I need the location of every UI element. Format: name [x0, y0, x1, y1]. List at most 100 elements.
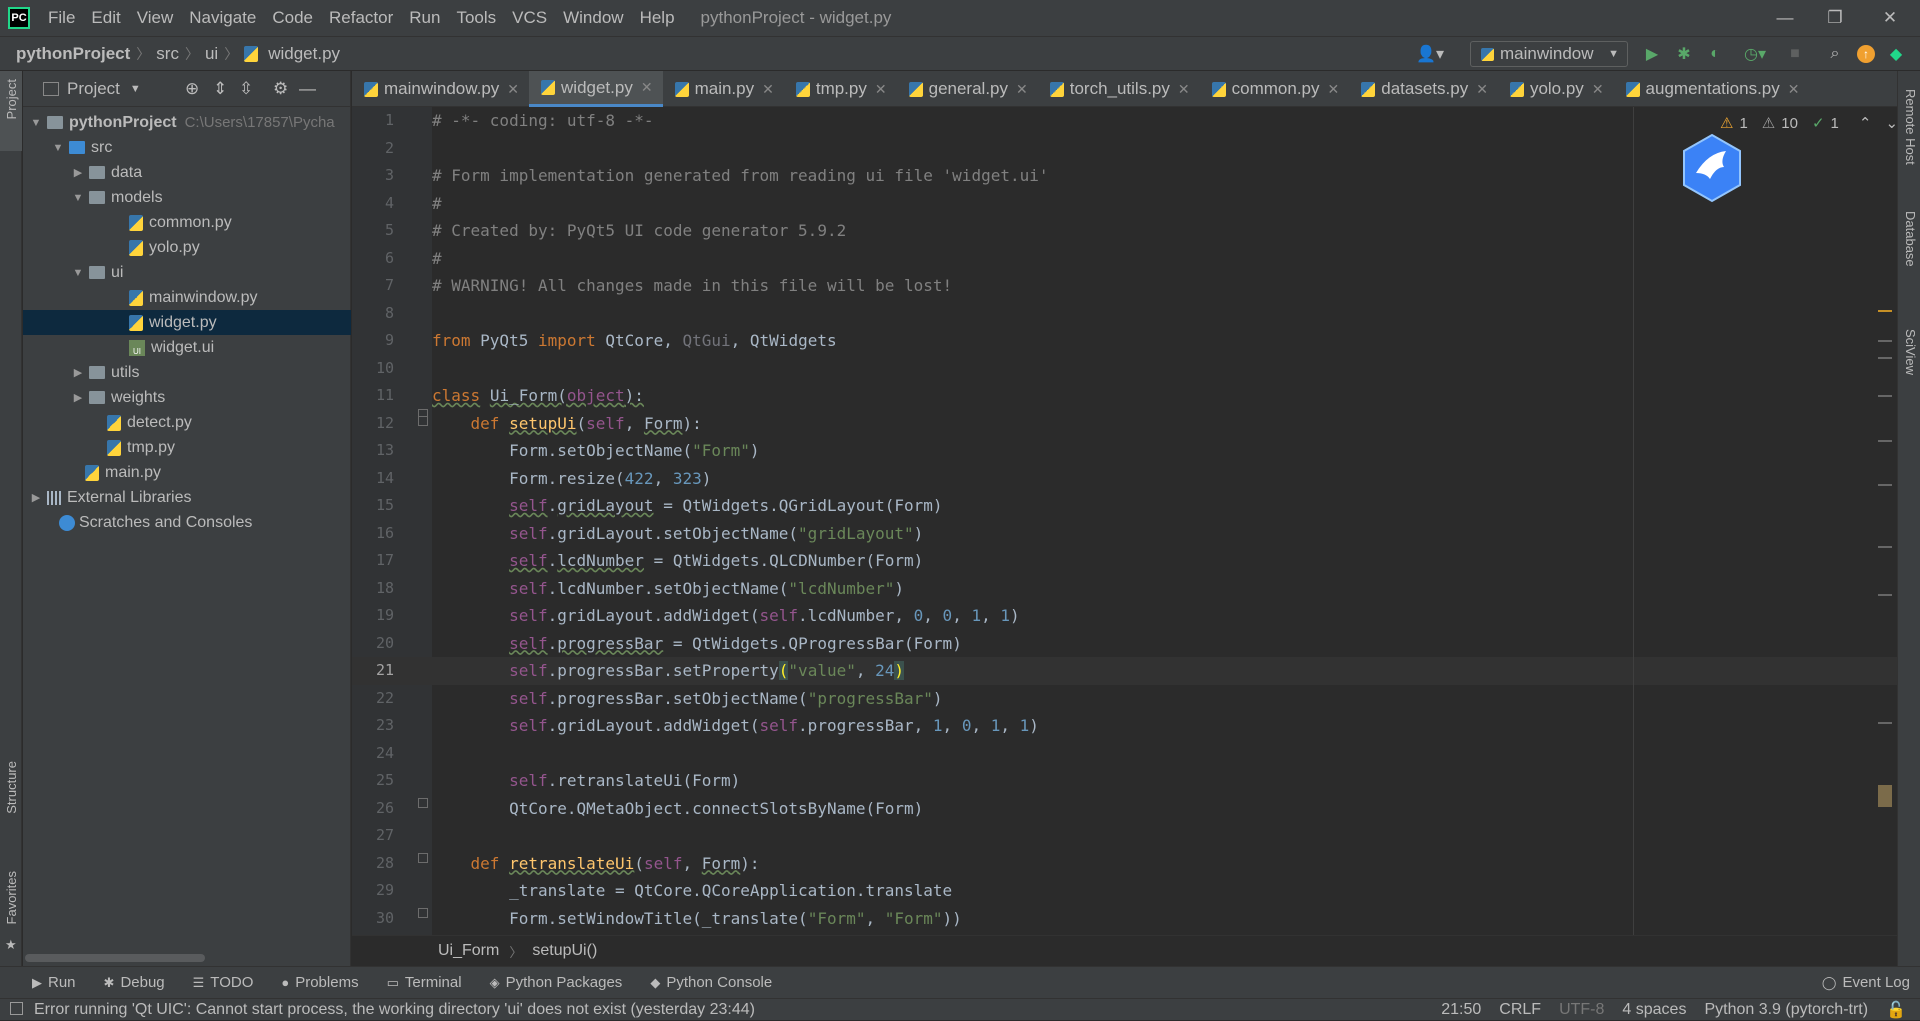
structure-tool-button[interactable]: Structure — [4, 761, 19, 814]
tree-item-external-libraries[interactable]: ▶ External Libraries — [23, 485, 351, 510]
indent-setting[interactable]: 4 spaces — [1622, 1001, 1686, 1019]
update-icon[interactable]: ↑ — [1857, 45, 1875, 63]
code-line[interactable]: Form.setObjectName("Form") — [432, 437, 759, 465]
menu-help[interactable]: Help — [632, 0, 683, 36]
warning-marker[interactable] — [1878, 310, 1892, 312]
close-icon[interactable]: ✕ — [1865, 0, 1915, 36]
code-line[interactable]: _translate = QtCore.QCoreApplication.tra… — [432, 877, 952, 905]
tab-widget[interactable]: widget.py ✕ — [529, 71, 663, 107]
python-console-tool-button[interactable]: ◆ Python Console — [650, 974, 772, 991]
code-line[interactable]: # — [432, 190, 442, 218]
code-line[interactable]: self.lcdNumber.setObjectName("lcdNumber"… — [432, 575, 904, 603]
tree-item-pythonproject[interactable]: ▼ pythonProject C:\Users\17857\Pycha — [23, 110, 351, 135]
profile-icon[interactable]: ◷▾ — [1737, 45, 1773, 63]
code-line[interactable]: # WARNING! All changes made in this file… — [432, 272, 952, 300]
caret-position[interactable]: 21:50 — [1441, 1001, 1481, 1019]
user-icon[interactable]: 👤▾ — [1415, 45, 1445, 63]
search-icon[interactable]: ⌕ — [1826, 45, 1844, 63]
file-encoding[interactable]: UTF-8 — [1559, 1001, 1604, 1019]
scroll-thumb[interactable] — [1878, 785, 1892, 807]
hide-icon[interactable]: — — [299, 79, 316, 99]
inspection-widget[interactable]: ⚠ 1 ⚠ 10 ✓ 1 ⌃ ⌄ — [1720, 112, 1898, 134]
event-log-button[interactable]: ◯ Event Log — [1822, 974, 1910, 991]
tab-augmentations[interactable]: augmentations.py ✕ — [1614, 71, 1810, 107]
marker[interactable] — [1878, 546, 1892, 548]
tree-item-src[interactable]: ▼ src — [23, 135, 351, 160]
tab-general[interactable]: general.py ✕ — [897, 71, 1038, 107]
line-number-gutter[interactable]: 1 2 3 4 5 6 7 8 9 10 11 12 13 14 15 16 1… — [352, 107, 432, 935]
close-icon[interactable]: ✕ — [762, 81, 774, 98]
tree-item-utils[interactable]: ▶ utils — [23, 360, 351, 385]
marker[interactable] — [1878, 484, 1892, 486]
problems-tool-button[interactable]: ● Problems — [281, 974, 358, 991]
toggle-tool-windows-icon[interactable] — [10, 1002, 23, 1015]
code-line[interactable]: from PyQt5 import QtCore, QtGui, QtWidge… — [432, 327, 837, 355]
code-line[interactable]: # Created by: PyQt5 UI code generator 5.… — [432, 217, 846, 245]
menu-file[interactable]: File — [40, 0, 83, 36]
marker[interactable] — [1878, 395, 1892, 397]
tab-torch-utils[interactable]: torch_utils.py ✕ — [1038, 71, 1200, 107]
tree-item-widget-ui[interactable]: UI widget.ui — [23, 335, 351, 360]
code-line[interactable]: # — [432, 245, 442, 273]
bird-logo-icon[interactable] — [1680, 133, 1744, 203]
fold-icon[interactable] — [418, 908, 428, 918]
tree-item-widget-py[interactable]: widget.py — [23, 310, 351, 335]
marker[interactable] — [1878, 357, 1892, 359]
jetbrains-icon[interactable]: ◆ — [1887, 45, 1905, 63]
code-line[interactable]: Form.setWindowTitle(_translate("Form", "… — [432, 905, 962, 933]
breadcrumb-class[interactable]: Ui_Form — [438, 942, 499, 960]
close-icon[interactable]: ✕ — [1476, 81, 1488, 98]
stop-icon[interactable]: ■ — [1786, 45, 1804, 63]
editor-scrollbar[interactable] — [1876, 107, 1894, 935]
tab-common[interactable]: common.py ✕ — [1200, 71, 1350, 107]
tree-item-yolo[interactable]: yolo.py — [23, 235, 351, 260]
close-icon[interactable]: ✕ — [1016, 81, 1028, 98]
minimize-icon[interactable]: — — [1760, 0, 1810, 36]
close-icon[interactable]: ✕ — [1328, 81, 1340, 98]
marker[interactable] — [1878, 722, 1892, 724]
code-line[interactable]: self.progressBar = QtWidgets.QProgressBa… — [432, 630, 962, 658]
breadcrumb-file[interactable]: widget.py — [264, 44, 344, 64]
line-separator[interactable]: CRLF — [1499, 1001, 1541, 1019]
tab-mainwindow[interactable]: mainwindow.py ✕ — [352, 71, 529, 107]
debug-icon[interactable]: ✱ — [1675, 45, 1693, 63]
code-line[interactable]: self.gridLayout = QtWidgets.QGridLayout(… — [432, 492, 942, 520]
collapse-all-icon[interactable]: ⇳ — [239, 79, 253, 99]
project-tool-button[interactable]: Project — [4, 79, 19, 119]
lock-icon[interactable]: 🔓 — [1886, 1000, 1906, 1020]
menu-code[interactable]: Code — [264, 0, 321, 36]
code-editor[interactable]: # -*- coding: utf-8 -*- # Form implementa… — [432, 107, 1897, 935]
code-line[interactable]: def setupUi(self, Form): — [432, 410, 702, 438]
favorites-tool-button[interactable]: Favorites — [4, 871, 19, 924]
run-config-select[interactable]: mainwindow ▼ — [1470, 41, 1628, 67]
code-line[interactable]: # Form implementation generated from rea… — [432, 162, 1049, 190]
code-line[interactable]: self.gridLayout.setObjectName("gridLayou… — [432, 520, 923, 548]
close-icon[interactable]: ✕ — [1788, 81, 1800, 98]
close-icon[interactable]: ✕ — [1178, 81, 1190, 98]
code-line[interactable]: self.gridLayout.addWidget(self.lcdNumber… — [432, 602, 1020, 630]
python-packages-tool-button[interactable]: ◈ Python Packages — [490, 974, 623, 991]
code-line[interactable]: # -*- coding: utf-8 -*- — [432, 107, 654, 135]
run-icon[interactable]: ▶ — [1643, 45, 1661, 63]
breadcrumb-ui[interactable]: ui — [201, 44, 222, 64]
code-line[interactable]: QtCore.QMetaObject.connectSlotsByName(Fo… — [432, 795, 923, 823]
gear-icon[interactable]: ⚙ — [273, 79, 288, 99]
breadcrumb-src[interactable]: src — [152, 44, 183, 64]
sciview-tool-button[interactable]: SciView — [1903, 329, 1918, 375]
code-line[interactable]: Form.resize(422, 323) — [432, 465, 711, 493]
tab-tmp[interactable]: tmp.py ✕ — [784, 71, 897, 107]
locate-icon[interactable]: ⊕ — [185, 79, 199, 99]
code-line[interactable]: self.progressBar.setObjectName("progress… — [432, 685, 943, 713]
tab-yolo[interactable]: yolo.py ✕ — [1498, 71, 1614, 107]
fold-icon[interactable] — [418, 853, 428, 863]
python-interpreter[interactable]: Python 3.9 (pytorch-trt) — [1704, 1001, 1868, 1019]
fold-icon[interactable] — [418, 798, 428, 808]
marker[interactable] — [1878, 340, 1892, 342]
tab-main[interactable]: main.py ✕ — [663, 71, 784, 107]
menu-navigate[interactable]: Navigate — [181, 0, 264, 36]
database-tool-button[interactable]: Database — [1903, 211, 1918, 267]
tree-item-main[interactable]: main.py — [23, 460, 351, 485]
code-line[interactable]: self.retranslateUi(Form) — [432, 767, 740, 795]
code-line[interactable]: class Ui_Form(object): — [432, 382, 644, 410]
coverage-icon[interactable]: ◐ — [1706, 45, 1724, 63]
